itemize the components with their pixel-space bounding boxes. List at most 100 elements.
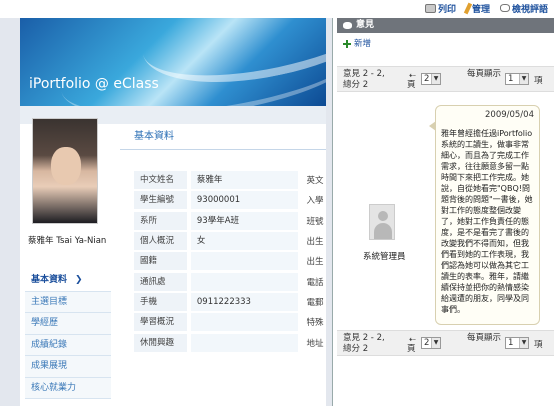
comment-text: 雅年曾經擔任過iPortfolio系統的工讀生，做事非常細心，而且為了完成工作需…: [441, 129, 533, 314]
nav-item-label: 成果展現: [31, 361, 68, 371]
nav-item-experience[interactable]: 學經歷: [25, 313, 111, 335]
section-title: 基本資料: [120, 124, 326, 150]
item-label: 項: [534, 340, 543, 350]
portfolio-frame: iPortfolio @ eClass 蔡雅年 Tsai Ya-Nian 基本資…: [0, 18, 333, 406]
view-comments-label: 檢視評語: [511, 4, 548, 15]
per-page-select-value: 1: [508, 74, 514, 84]
page-select[interactable]: 2 ▼: [421, 337, 441, 349]
add-comment-button[interactable]: 新增: [337, 36, 554, 52]
info-row: 學生編號 93000001 入學: [134, 190, 326, 210]
info-table: 中文姓名 蔡雅年 英文 學生編號 93000001 入學 系所 93學年A班 班號 個人概況…: [134, 170, 326, 353]
field-value: 93000001: [190, 191, 299, 210]
info-row: 休閒興趣 地址: [134, 332, 326, 352]
field-value: 0911222333: [190, 292, 299, 311]
add-comment-label: 新增: [354, 39, 372, 49]
field-value: 93學年A班: [190, 211, 299, 230]
basic-info-section: 基本資料 中文姓名 蔡雅年 英文 學生編號 93000001 入學 系所 93學年A班 班號…: [120, 124, 326, 406]
comment-bubble: 2009/05/04 雅年曾經擔任過iPortfolio系統的工讀生，做事非常細…: [429, 105, 540, 325]
field-label-secondary: 入學: [306, 196, 324, 207]
info-row: 手機 0911222333 電郵: [134, 292, 326, 312]
student-photo: [32, 118, 98, 224]
field-value: [190, 333, 299, 352]
pencil-icon: [463, 2, 473, 14]
nav-item-label: 基本資料: [31, 275, 68, 285]
field-label: 學習概況: [134, 313, 187, 332]
per-page-label: 每頁顯示: [467, 333, 502, 343]
nav-item-label: 主選目標: [31, 296, 68, 307]
portfolio-nav: 基本資料 ❯ 主選目標 學經歷 成績紀錄 成果展現 核心就業力: [25, 270, 111, 399]
portfolio-banner: iPortfolio @ eClass: [20, 18, 326, 106]
field-label-secondary: 電話: [306, 277, 324, 288]
info-row: 國籍 出生: [134, 251, 326, 271]
field-value: [190, 252, 299, 271]
nav-item-achievements[interactable]: 成果展現: [25, 356, 111, 378]
print-button[interactable]: 列印: [424, 2, 456, 15]
page-label: 頁: [407, 344, 416, 354]
field-label-secondary: 地址: [306, 338, 324, 349]
field-label-secondary: 英文: [306, 176, 324, 187]
nav-item-label: 學經歷: [31, 318, 59, 328]
nav-item-label: 核心就業力: [31, 382, 77, 393]
info-row: 系所 93學年A班 班號: [134, 211, 326, 231]
pager-info: 意見 2 - 2, 總分 2: [343, 69, 385, 90]
field-value: [190, 313, 299, 332]
field-label: 個人概況: [134, 232, 187, 251]
info-row: 個人概況女出生: [134, 231, 326, 251]
chevron-right-icon: ❯: [75, 275, 83, 285]
printer-icon: [424, 3, 436, 13]
speech-bubble-icon: [343, 22, 352, 29]
field-value: 蔡雅年: [190, 171, 299, 190]
dropdown-arrow-icon: ▼: [519, 338, 528, 348]
field-label-secondary: 出生: [306, 257, 324, 268]
top-toolbar: 列印 管理 檢視評語: [0, 0, 554, 16]
field-label: 通訊處: [134, 272, 187, 291]
info-row: 學習概況 特殊: [134, 312, 326, 332]
manage-label: 管理: [471, 4, 490, 15]
author-avatar: [369, 204, 395, 240]
field-label: 中文姓名: [134, 171, 187, 190]
item-label: 項: [534, 76, 543, 86]
field-label-secondary: 電郵: [306, 297, 324, 308]
dropdown-arrow-icon: ▼: [431, 338, 440, 348]
field-value: 女: [190, 232, 299, 251]
screen: 列印 管理 檢視評語 iPortfolio @ eClass 蔡雅年 Tsai …: [0, 0, 554, 406]
comments-header-label: 意見: [356, 20, 375, 30]
nav-item-goals[interactable]: 主選目標: [25, 291, 111, 313]
field-label: 國籍: [134, 252, 187, 271]
prev-page-icon[interactable]: ⇠: [409, 335, 416, 344]
dropdown-arrow-icon: ▼: [519, 74, 528, 84]
comment-date: 2009/05/04: [485, 110, 534, 120]
student-name: 蔡雅年 Tsai Ya-Nian: [28, 236, 107, 246]
speech-bubble-icon: [499, 4, 510, 12]
comment-author: 系統管理員: [363, 252, 406, 262]
comments-panel: 意見 新增 意見 2 - 2, 總分 2 ⇠ 頁 2 ▼ 每頁顯示 1 ▼ 項 系統…: [337, 18, 554, 406]
page-select[interactable]: 2 ▼: [421, 73, 441, 85]
per-page-select-value: 1: [508, 338, 514, 348]
field-label: 系所: [134, 211, 187, 230]
manage-button[interactable]: 管理: [463, 2, 490, 15]
field-label: 手機: [134, 292, 187, 311]
print-label: 列印: [437, 4, 456, 15]
nav-item-basic-info[interactable]: 基本資料 ❯: [25, 270, 111, 292]
field-value: [190, 272, 299, 291]
per-page-select[interactable]: 1 ▼: [505, 337, 529, 349]
field-label: 休閒興趣: [134, 333, 187, 352]
prev-page-icon[interactable]: ⇠: [409, 71, 416, 80]
pager-top: 意見 2 - 2, 總分 2 ⇠ 頁 2 ▼ 每頁顯示 1 ▼ 項: [337, 66, 554, 92]
field-label-secondary: 特殊: [306, 318, 324, 329]
nav-item-core-employability[interactable]: 核心就業力: [25, 377, 111, 399]
info-row: 中文姓名 蔡雅年 英文: [134, 170, 326, 190]
nav-item-grades[interactable]: 成績紀錄: [25, 334, 111, 356]
pager-info: 意見 2 - 2, 總分 2: [343, 333, 385, 354]
field-label-secondary: 班號: [306, 216, 324, 227]
dropdown-arrow-icon: ▼: [431, 74, 440, 84]
plus-icon: [343, 40, 351, 48]
banner-title: iPortfolio @ eClass: [29, 76, 159, 92]
page-select-value: 2: [424, 338, 430, 348]
nav-item-label: 成績紀錄: [31, 339, 68, 350]
view-comments-button[interactable]: 檢視評語: [499, 2, 548, 15]
per-page-select[interactable]: 1 ▼: [505, 73, 529, 85]
info-row: 通訊處 電話: [134, 271, 326, 291]
field-label-secondary: 出生: [306, 237, 324, 248]
field-label: 學生編號: [134, 191, 187, 210]
